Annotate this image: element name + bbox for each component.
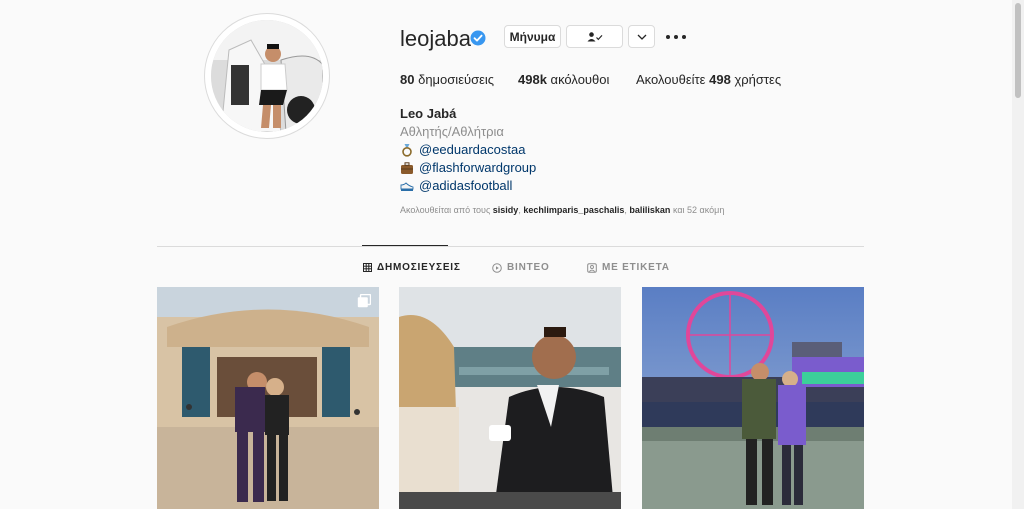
avatar-photo [211, 20, 323, 132]
profile-divider [157, 246, 864, 247]
followed-by-user[interactable]: kechlimparis_paschalis [523, 205, 624, 215]
avatar[interactable] [211, 20, 323, 132]
grid-icon [363, 263, 372, 272]
bio-link-row[interactable]: @adidasfootball [400, 178, 512, 193]
post-thumbnail[interactable] [157, 287, 379, 509]
tab-video[interactable]: ΒΙΝΤΕΟ [492, 262, 550, 273]
bio-category: Αθλητής/Αθλήτρια [400, 124, 504, 139]
multiple-photos-icon [357, 294, 371, 308]
suggested-dropdown-button[interactable] [628, 25, 655, 48]
bio-link-row[interactable]: @eeduardacostaa [400, 142, 525, 157]
followed-by-suffix[interactable]: και 52 ακόμη [673, 205, 724, 215]
video-icon [492, 262, 502, 273]
following-prefix[interactable]: Ακολουθείτε [636, 72, 705, 87]
post-image [157, 287, 379, 509]
person-check-icon [587, 31, 602, 41]
tab-posts[interactable]: ΔΗΜΟΣΙΕΥΣΕΙΣ [363, 262, 461, 273]
post-image [642, 287, 864, 509]
followers-label[interactable]: ακόλουθοι [551, 72, 610, 87]
followed-by-prefix: Ακολουθείται από τους [400, 205, 491, 215]
tab-tagged[interactable]: ΜΕ ΕΤΙΚΕΤΑ [587, 262, 670, 273]
stat-following[interactable]: Ακολουθείτε 498 χρήστες [636, 72, 781, 87]
scrollbar-thumb[interactable] [1015, 3, 1021, 98]
page-scrollbar[interactable] [1012, 0, 1024, 509]
following-count[interactable]: 498 [709, 72, 731, 87]
bio-mention-link[interactable]: @adidasfootball [419, 178, 512, 193]
active-tab-indicator [362, 245, 448, 246]
verified-badge-icon [470, 30, 486, 46]
message-button[interactable]: Μήνυμα [504, 25, 561, 48]
tab-label[interactable]: ΜΕ ΕΤΙΚΕΤΑ [602, 262, 670, 273]
profile-avatar-ring[interactable] [204, 13, 330, 139]
post-image [399, 287, 621, 509]
tab-label[interactable]: ΒΙΝΤΕΟ [507, 262, 550, 273]
tab-label[interactable]: ΔΗΜΟΣΙΕΥΣΕΙΣ [377, 262, 461, 273]
bio-full-name: Leo Jabá [400, 106, 457, 121]
bio-mention-link[interactable]: @flashforwardgroup [419, 160, 536, 175]
followers-count[interactable]: 498k [518, 72, 547, 87]
sneaker-icon [400, 181, 414, 191]
following-button[interactable] [566, 25, 623, 48]
profile-username: leojaba [400, 26, 471, 51]
followed-by-user[interactable]: sisidy [493, 205, 519, 215]
bio-link-row[interactable]: @flashforwardgroup [400, 160, 536, 175]
stat-followers[interactable]: 498k ακόλουθοι [518, 72, 609, 87]
tag-icon [587, 262, 597, 273]
chevron-down-icon [637, 34, 646, 40]
ring-icon [402, 143, 412, 157]
post-thumbnail[interactable] [399, 287, 621, 509]
posts-count: 80 [400, 72, 415, 87]
briefcase-icon [401, 161, 413, 174]
stat-posts: 80 δημοσιεύσεις [400, 72, 494, 87]
posts-label: δημοσιεύσεις [418, 72, 495, 87]
following-suffix[interactable]: χρήστες [734, 72, 781, 87]
followed-by-user[interactable]: baliliskan [629, 205, 670, 215]
bio-mention-link[interactable]: @eeduardacostaa [419, 142, 525, 157]
followed-by-text[interactable]: Ακολουθείται από τους sisidy, kechlimpar… [400, 205, 724, 215]
post-thumbnail[interactable] [642, 287, 864, 509]
more-options-icon[interactable] [666, 28, 686, 46]
